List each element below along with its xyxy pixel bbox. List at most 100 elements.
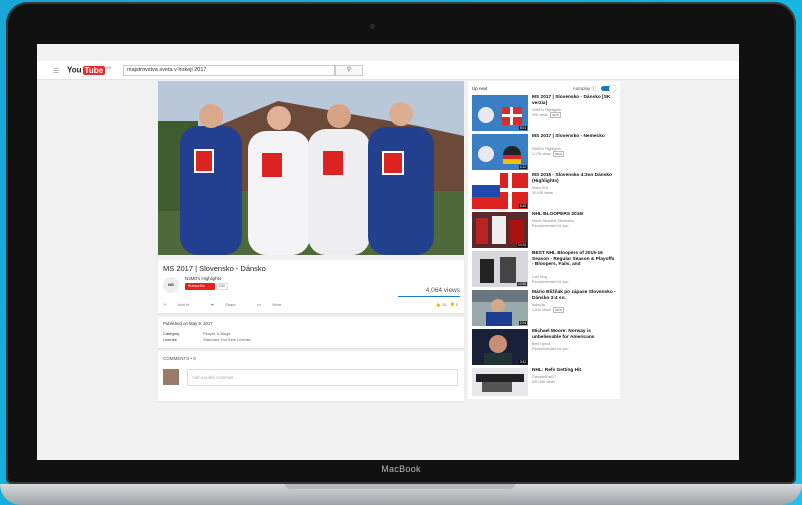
laptop-notch xyxy=(285,484,515,489)
category-label: Category xyxy=(163,331,180,336)
video-meta: 1,844 views NEW xyxy=(532,307,564,313)
hamburger-menu-icon[interactable]: ☰ xyxy=(53,67,59,75)
channel-avatar[interactable]: NS xyxy=(163,277,179,293)
logo-you-text: You xyxy=(67,65,82,75)
more-label: More xyxy=(272,302,282,307)
video-thumbnail[interactable] xyxy=(472,368,528,396)
dislike-count: 0 xyxy=(455,302,458,307)
channel-name: Berit Nyrud xyxy=(532,342,550,346)
view-count: 4,064 views xyxy=(425,287,460,294)
user-avatar xyxy=(163,369,179,385)
search-button[interactable]: ⚲ xyxy=(335,65,363,76)
view-count: 905 views xyxy=(532,113,548,117)
channel-name: CanucksFan27 xyxy=(532,375,557,379)
video-duration: 6:45 xyxy=(518,204,527,208)
logo-country-code: SK xyxy=(106,65,112,70)
video-title[interactable]: Mário Bližňák po zápase Slovensko - Dáns… xyxy=(532,290,616,301)
autoplay-text: Autoplay xyxy=(572,86,591,91)
license-row: License Standard YouTube License xyxy=(163,337,251,342)
category-value[interactable]: People & Blogs xyxy=(203,331,230,336)
more-icon: ••• xyxy=(256,302,262,307)
video-meta: 1,176 views NEW xyxy=(532,151,564,157)
search-icon: ⚲ xyxy=(346,67,352,73)
thumbnail-image xyxy=(472,368,528,396)
video-thumbnail[interactable]: 10:58 xyxy=(472,251,528,287)
like-ratio-bar xyxy=(398,296,460,297)
autoplay-toggle[interactable] xyxy=(601,85,616,92)
recommended-video[interactable]: NHL: Refs Getting Hit CanucksFan27 690,3… xyxy=(472,368,618,396)
recommended-video[interactable]: 3:42 Michael Moore: Norway is unbelievab… xyxy=(472,329,618,365)
video-title: MS 2017 | Slovensko - Dánsko xyxy=(163,264,266,273)
channel-name: Marek Mesiarik Slovensko xyxy=(532,219,574,223)
video-meta: 690,346 views xyxy=(532,380,555,384)
recommended-video[interactable]: 2:24 Mário Bližňák po zápase Slovensko -… xyxy=(472,290,618,326)
video-duration: 3:42 xyxy=(518,360,527,364)
up-next-label: Up next xyxy=(472,86,488,91)
view-count: 1,176 views xyxy=(532,152,551,156)
comment-count: COMMENTS • 0 xyxy=(163,356,196,361)
video-title[interactable]: BEST NHL Bloopers of 2015-16 Season - Re… xyxy=(532,251,616,268)
channel-name[interactable]: N3M0's Highlights xyxy=(185,276,221,281)
recommended-video[interactable]: 10:25 NHL BLOOPERS 2016! Marek Mesiarik … xyxy=(472,212,618,248)
new-badge: NEW xyxy=(549,112,561,118)
video-duration: 5:01 xyxy=(518,126,527,130)
video-duration: 4:22 xyxy=(518,165,527,169)
webcam xyxy=(370,24,375,29)
video-duration: 10:25 xyxy=(517,243,527,247)
video-meta: Recommended for you xyxy=(532,347,569,351)
youtube-topbar: ☰ You Tube SK majstrovstva sveta v hokeji … xyxy=(37,61,739,80)
recommended-video[interactable]: 4:22 MS 2017 | Slovensko - Nemecko N3M0'… xyxy=(472,134,618,170)
published-date: Published on May 9, 2017 xyxy=(163,321,213,326)
laptop-brand-label: MacBook xyxy=(381,464,421,474)
video-title[interactable]: MS 2017 | Slovensko - Nemecko xyxy=(532,134,616,140)
up-next-sidebar: Up next Autoplay ⓘ 5:01 MS 2017 | Sloven… xyxy=(468,81,620,399)
video-title[interactable]: MS 2017 | Slovensko - Dánsko [SK verzia] xyxy=(532,95,616,106)
comment-input[interactable]: Add a public comment... xyxy=(187,369,458,386)
description-card: Published on May 9, 2017 Category People … xyxy=(158,317,464,348)
share-button[interactable]: ➦ Share xyxy=(211,302,246,307)
browser-screen: ☰ You Tube SK majstrovstva sveta v hokeji … xyxy=(37,44,739,460)
laptop-frame: ☰ You Tube SK majstrovstva sveta v hokeji … xyxy=(6,2,796,484)
subscriber-count: 230 xyxy=(216,283,228,290)
subscribe-button[interactable]: Subscribe xyxy=(185,283,215,290)
video-duration: 2:24 xyxy=(518,321,527,325)
info-icon[interactable]: ⓘ xyxy=(592,86,597,91)
subscribe-label: Subscribe xyxy=(188,284,205,288)
recommended-video[interactable]: 5:01 MS 2017 | Slovensko - Dánsko [SK ve… xyxy=(472,95,618,131)
video-thumbnail[interactable]: 2:24 xyxy=(472,290,528,326)
dislike-button[interactable]: 👎 0 xyxy=(450,302,458,307)
like-button[interactable]: 👍 15 xyxy=(436,302,447,307)
view-count: 1,844 views xyxy=(532,308,551,312)
like-dislike: 👍 15 👎 0 xyxy=(436,302,458,307)
share-icon: ➦ xyxy=(210,302,214,307)
video-title[interactable]: NHL BLOOPERS 2016! xyxy=(532,212,616,218)
video-title[interactable]: NHL: Refs Getting Hit xyxy=(532,368,616,374)
new-badge: NEW xyxy=(552,151,564,157)
video-thumbnail[interactable]: 10:25 xyxy=(472,212,528,248)
video-thumbnail[interactable]: 5:01 xyxy=(472,95,528,131)
video-frame-image xyxy=(158,81,464,255)
add-to-button[interactable]: ＋ Add to xyxy=(163,302,199,307)
like-count: 15 xyxy=(441,302,447,307)
youtube-logo[interactable]: You Tube SK xyxy=(67,65,111,75)
more-button[interactable]: ••• More xyxy=(257,302,291,307)
comments-card: COMMENTS • 0 Add a public comment... xyxy=(158,351,464,401)
video-meta: Recommended for you xyxy=(532,280,569,284)
video-thumbnail[interactable]: 6:45 xyxy=(472,173,528,209)
channel-name: Mário Kriš xyxy=(532,186,549,190)
video-thumbnail[interactable]: 3:42 xyxy=(472,329,528,365)
video-thumbnail[interactable]: 4:22 xyxy=(472,134,528,170)
new-badge: NEW xyxy=(552,307,564,313)
video-title[interactable]: MS 2015 - Slovensko 4:3sn Dánsko (Highli… xyxy=(532,173,616,184)
video-player[interactable] xyxy=(158,81,464,255)
thumbs-down-icon: 👎 xyxy=(449,302,455,307)
search-input[interactable]: majstrovstva sveta v hokeji 2017 xyxy=(123,65,335,76)
recommended-video[interactable]: 10:58 BEST NHL Bloopers of 2015-16 Seaso… xyxy=(472,251,618,287)
plus-icon: ＋ xyxy=(163,302,167,307)
laptop-base xyxy=(0,484,802,505)
recommended-video[interactable]: 6:45 MS 2015 - Slovensko 4:3sn Dánsko (H… xyxy=(472,173,618,209)
video-title[interactable]: Michael Moore: Norway is unbelievable fo… xyxy=(532,329,616,340)
video-duration: 10:58 xyxy=(517,282,527,286)
share-label: Share xyxy=(225,302,236,307)
license-value: Standard YouTube License xyxy=(203,337,251,342)
